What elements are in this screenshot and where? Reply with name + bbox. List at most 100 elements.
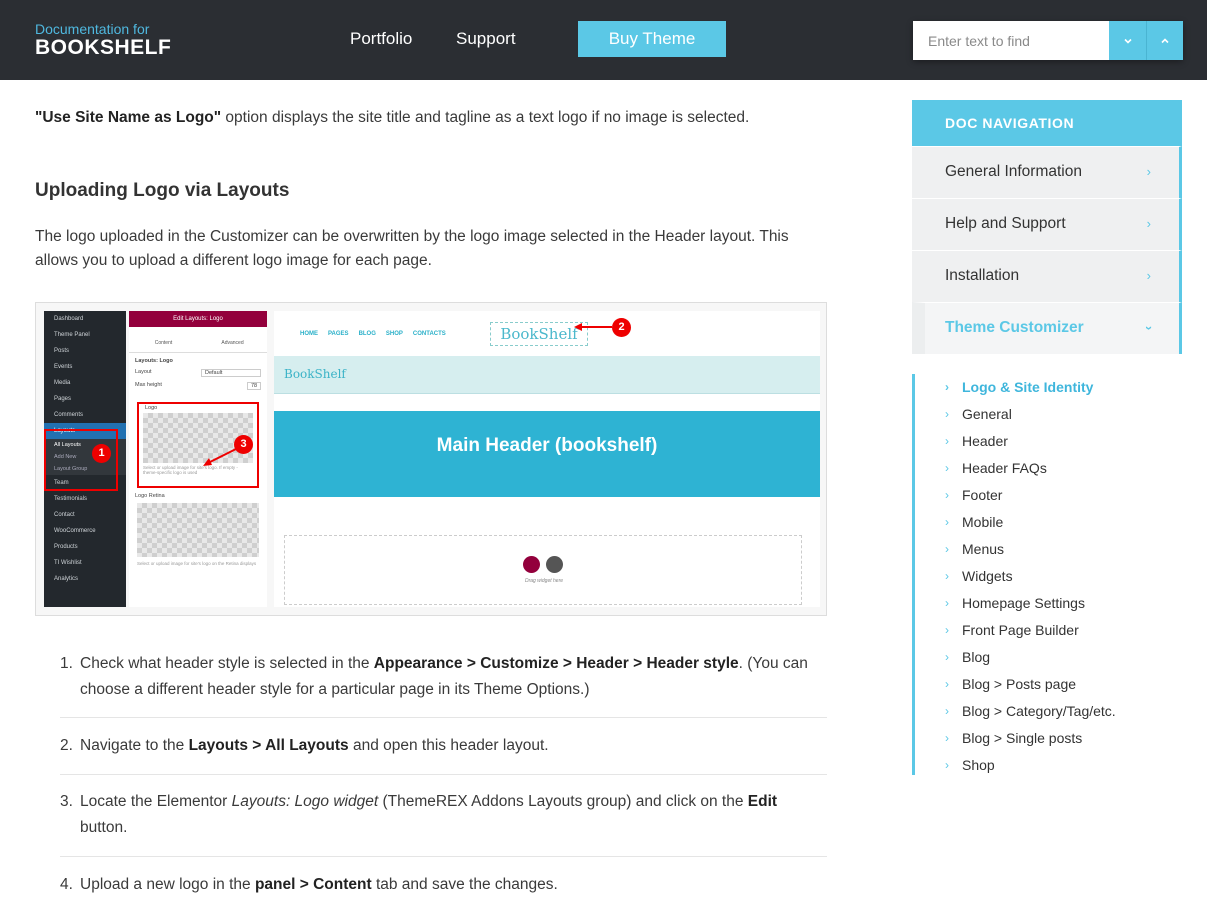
docnav-subitem-label: Homepage Settings: [962, 595, 1085, 611]
docnav-subitem[interactable]: › Header FAQs: [915, 455, 1182, 482]
docnav-subitems: › Logo & Site Identity › General › Header › Hea…: [912, 374, 1182, 775]
steps-list: 1. Check what header style is selected in…: [60, 647, 827, 899]
docnav-subitem[interactable]: › Front Page Builder: [915, 617, 1182, 644]
step-bold-text: Edit: [747, 793, 778, 810]
brand-logo[interactable]: Documentation for BOOKSHELF: [35, 21, 171, 59]
tutorial-screenshot[interactable]: Dashboard Theme Panel Posts Events Media Page…: [35, 302, 827, 616]
chevron-right-icon: ›: [945, 542, 949, 556]
step-item: 3. Locate the Elementor Layouts: Logo wid…: [60, 775, 827, 857]
chevron-up-icon: [1161, 37, 1169, 43]
step-bold-text: Layouts > All Layouts: [188, 737, 349, 754]
step-number: 4.: [60, 876, 73, 893]
docnav-subitem-label: Blog > Posts page: [962, 676, 1077, 692]
brand-subtitle: Documentation for: [35, 21, 150, 37]
step-bold-text: panel > Content: [254, 876, 372, 893]
annotation-arrows: [203, 323, 612, 466]
docnav-subitem[interactable]: › Blog > Posts page: [915, 671, 1182, 698]
chevron-right-icon: ›: [945, 731, 949, 745]
docnav-theme-customizer[interactable]: Theme Customizer ›: [912, 302, 1182, 354]
docnav-subitem-label: Blog > Single posts: [962, 730, 1083, 746]
chevron-right-icon: ›: [945, 623, 949, 637]
docnav-subitem[interactable]: › Blog > Single posts: [915, 725, 1182, 752]
chevron-right-icon: ›: [945, 758, 949, 772]
chevron-right-icon: ›: [1146, 164, 1151, 179]
chevron-right-icon: ›: [1146, 216, 1151, 231]
top-header: Documentation for BOOKSHELF Portfolio Su…: [0, 0, 1207, 80]
docnav-subitem[interactable]: › Footer: [915, 482, 1182, 509]
chevron-right-icon: ›: [945, 488, 949, 502]
docnav-subitem[interactable]: › Mobile: [915, 509, 1182, 536]
search-next-button[interactable]: [1109, 21, 1146, 60]
docnav-item-label: Help and Support: [945, 215, 1066, 232]
intro-paragraph: "Use Site Name as Logo" option displays …: [35, 108, 749, 128]
docnav-subitem-label: Header FAQs: [962, 460, 1047, 476]
chevron-right-icon: ›: [945, 515, 949, 529]
docnav-subitem[interactable]: › Homepage Settings: [915, 590, 1182, 617]
chevron-right-icon: ›: [945, 569, 949, 583]
step-bold-text: Appearance > Customize > Header > Header…: [373, 655, 739, 672]
step-text: Upload a new logo in the: [80, 876, 255, 893]
brand-title: BOOKSHELF: [35, 36, 172, 59]
docnav-subitem[interactable]: › Logo & Site Identity: [915, 374, 1182, 401]
search-prev-button[interactable]: [1146, 21, 1183, 60]
chevron-down-icon: ›: [1141, 325, 1157, 331]
intro-bold: "Use Site Name as Logo": [35, 109, 222, 126]
step-text: button.: [80, 819, 128, 836]
docnav-subitem-label: Logo & Site Identity: [962, 379, 1094, 395]
doc-navigation-title: DOC NAVIGATION: [912, 100, 1182, 146]
docnav-subitem-label: Shop: [962, 757, 995, 773]
docnav-subitem[interactable]: › Widgets: [915, 563, 1182, 590]
step-number: 1.: [60, 655, 73, 672]
main-nav: Portfolio Support Buy Theme: [330, 21, 726, 57]
docnav-subitem-label: General: [962, 406, 1012, 422]
chevron-right-icon: ›: [945, 380, 949, 394]
docnav-item-label: Theme Customizer: [945, 319, 1084, 336]
docnav-subitem[interactable]: › Header: [915, 428, 1182, 455]
step-text: Check what header style is selected in t…: [80, 655, 374, 672]
step-text: and open this header layout.: [348, 737, 549, 754]
docnav-item-label: Installation: [945, 267, 1020, 284]
buy-theme-button[interactable]: Buy Theme: [578, 21, 726, 57]
docnav-subitem-label: Blog > Category/Tag/etc.: [962, 703, 1116, 719]
step-text: Locate the Elementor: [80, 793, 232, 810]
search-box: [913, 21, 1183, 60]
step-number: 3.: [60, 793, 73, 810]
search-input[interactable]: [913, 21, 1109, 60]
docnav-subitem[interactable]: › Shop: [915, 752, 1182, 779]
step-item: 4. Upload a new logo in the panel > Conte…: [60, 857, 827, 899]
chevron-down-icon: [1123, 38, 1132, 44]
step-text: tab and save the changes.: [371, 876, 558, 893]
docnav-subitem[interactable]: › Blog: [915, 644, 1182, 671]
chevron-right-icon: ›: [945, 650, 949, 664]
docnav-subitem-label: Widgets: [962, 568, 1013, 584]
docnav-installation[interactable]: Installation ›: [912, 250, 1182, 302]
docnav-subitem-label: Blog: [962, 649, 991, 665]
chevron-right-icon: ›: [945, 677, 949, 691]
step-italic-text: Layouts: Logo widget: [231, 793, 379, 810]
docnav-subitem[interactable]: › Menus: [915, 536, 1182, 563]
section-heading: Uploading Logo via Layouts: [35, 180, 290, 201]
step-item: 1. Check what header style is selected in…: [60, 647, 827, 718]
step-text: (ThemeREX Addons Layouts group) and clic…: [378, 793, 748, 810]
step-item: 2. Navigate to the Layouts > All Layouts …: [60, 718, 827, 775]
chevron-right-icon: ›: [945, 461, 949, 475]
docnav-subitem[interactable]: › Blog > Category/Tag/etc.: [915, 698, 1182, 725]
intro-text: option displays the site title and tagli…: [221, 109, 750, 126]
docnav-subitem[interactable]: › General: [915, 401, 1182, 428]
chevron-right-icon: ›: [945, 596, 949, 610]
nav-portfolio-link[interactable]: Portfolio: [350, 21, 460, 57]
nav-support-link[interactable]: Support: [456, 21, 566, 57]
step-number: 2.: [60, 737, 73, 754]
chevron-right-icon: ›: [945, 407, 949, 421]
chevron-right-icon: ›: [945, 704, 949, 718]
docnav-subitem-label: Mobile: [962, 514, 1004, 530]
docnav-help-and-support[interactable]: Help and Support ›: [912, 198, 1182, 250]
docnav-general-information[interactable]: General Information ›: [912, 146, 1182, 198]
section-paragraph: The logo uploaded in the Customizer can …: [35, 228, 789, 269]
docnav-subitem-label: Header: [962, 433, 1008, 449]
step-text: Navigate to the: [80, 737, 189, 754]
doc-navigation: DOC NAVIGATION General Information › Hel…: [912, 100, 1182, 775]
docnav-subitem-label: Menus: [962, 541, 1005, 557]
docnav-subitem-label: Footer: [962, 487, 1003, 503]
chevron-right-icon: ›: [945, 434, 949, 448]
